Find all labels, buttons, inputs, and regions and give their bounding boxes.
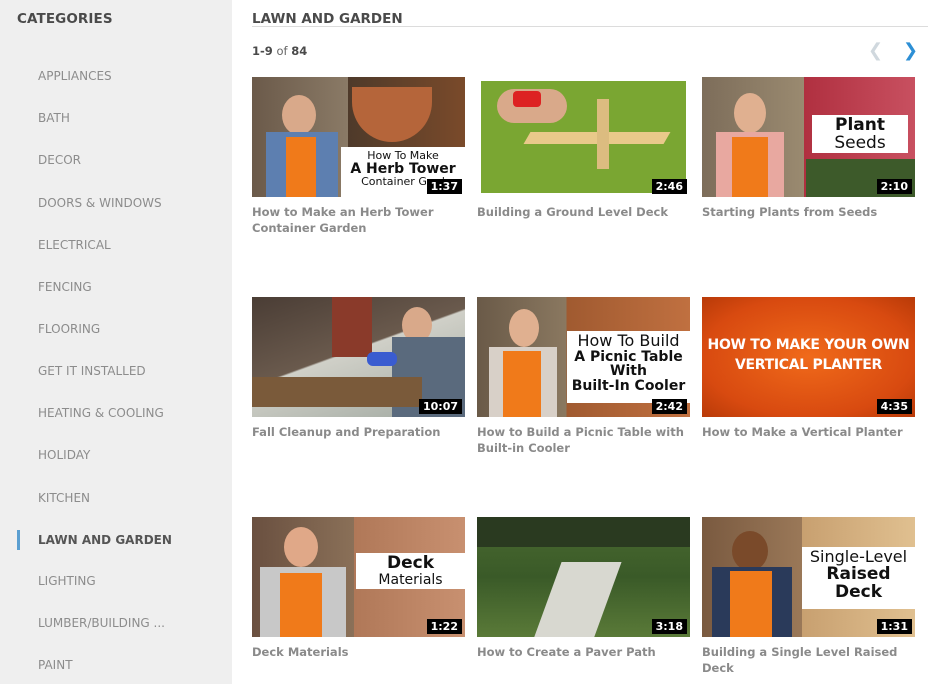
- category-decor[interactable]: DECOR: [38, 153, 81, 167]
- category-get-it-installed[interactable]: GET IT INSTALLED: [38, 364, 146, 378]
- video-card[interactable]: Plant Seeds 2:10 Starting Plants from Se…: [702, 77, 915, 220]
- overlay-line: Deck: [386, 553, 435, 573]
- active-category-indicator: [17, 530, 20, 550]
- video-title[interactable]: How to Make an Herb Tower Container Gard…: [252, 204, 465, 236]
- video-duration: 1:31: [876, 619, 912, 634]
- category-appliances[interactable]: APPLIANCES: [38, 69, 112, 83]
- video-thumbnail[interactable]: Single-Level Raised Deck 1:31: [702, 517, 915, 637]
- video-duration: 2:46: [651, 179, 687, 194]
- result-count: 1-9 of 84: [252, 44, 307, 58]
- video-card[interactable]: Deck Materials 1:22 Deck Materials: [252, 517, 465, 660]
- overlay-line: A Picnic Table: [574, 348, 683, 365]
- video-duration: 10:07: [418, 399, 462, 414]
- video-thumbnail[interactable]: Deck Materials 1:22: [252, 517, 465, 637]
- sidebar-title: CATEGORIES: [17, 11, 113, 27]
- overlay-line: With: [610, 363, 647, 380]
- chevron-left-icon[interactable]: ❮: [868, 42, 883, 60]
- video-card[interactable]: HOW TO MAKE YOUR OWN VERTICAL PLANTER 4:…: [702, 297, 915, 440]
- video-card[interactable]: 10:07 Fall Cleanup and Preparation: [252, 297, 465, 440]
- video-title[interactable]: How to Make a Vertical Planter: [702, 424, 915, 440]
- video-title[interactable]: Deck Materials: [252, 644, 465, 660]
- category-flooring[interactable]: FLOORING: [38, 322, 100, 336]
- video-title[interactable]: Building a Single Level Raised Deck: [702, 644, 915, 676]
- video-card[interactable]: How To Build A Picnic Table With Built-I…: [477, 297, 690, 456]
- title-divider: [252, 26, 928, 27]
- category-paint[interactable]: PAINT: [38, 658, 73, 672]
- video-card[interactable]: 2:46 Building a Ground Level Deck: [477, 77, 690, 220]
- category-fencing[interactable]: FENCING: [38, 280, 92, 294]
- category-holiday[interactable]: HOLIDAY: [38, 448, 90, 462]
- categories-sidebar: CATEGORIES APPLIANCES BATH DECOR DOORS &…: [0, 0, 232, 684]
- video-duration: 2:42: [651, 399, 687, 414]
- overlay-line: Raised: [826, 563, 891, 584]
- overlay-line: Materials: [378, 571, 443, 588]
- video-card[interactable]: How To Make A Herb Tower Container Gard …: [252, 77, 465, 236]
- overlay-line: A Herb Tower: [350, 160, 456, 177]
- video-title[interactable]: Fall Cleanup and Preparation: [252, 424, 465, 440]
- category-bath[interactable]: BATH: [38, 111, 70, 125]
- video-duration: 2:10: [876, 179, 912, 194]
- video-thumbnail[interactable]: HOW TO MAKE YOUR OWN VERTICAL PLANTER 4:…: [702, 297, 915, 417]
- video-card[interactable]: 3:18 How to Create a Paver Path: [477, 517, 690, 660]
- overlay-line: How To Make: [367, 149, 439, 162]
- category-doors-windows[interactable]: DOORS & WINDOWS: [38, 196, 162, 210]
- video-title[interactable]: How to Build a Picnic Table with Built-i…: [477, 424, 690, 456]
- overlay-line: Deck: [834, 581, 883, 602]
- video-thumbnail[interactable]: How To Make A Herb Tower Container Gard …: [252, 77, 465, 197]
- video-thumbnail[interactable]: How To Build A Picnic Table With Built-I…: [477, 297, 690, 417]
- category-lawn-and-garden[interactable]: LAWN AND GARDEN: [38, 533, 172, 547]
- category-lumber-building[interactable]: LUMBER/BUILDING ...: [38, 616, 165, 630]
- overlay-line: Built-In Cooler: [571, 378, 686, 395]
- video-thumbnail[interactable]: 10:07: [252, 297, 465, 417]
- video-title[interactable]: How to Create a Paver Path: [477, 644, 690, 660]
- overlay-line: How To Build: [577, 331, 680, 350]
- result-of-label: of: [276, 44, 288, 58]
- video-thumbnail[interactable]: 2:46: [477, 77, 690, 197]
- category-lighting[interactable]: LIGHTING: [38, 574, 96, 588]
- page-title: LAWN AND GARDEN: [252, 11, 403, 27]
- category-electrical[interactable]: ELECTRICAL: [38, 238, 111, 252]
- video-card[interactable]: Single-Level Raised Deck 1:31 Building a…: [702, 517, 915, 676]
- overlay-line: VERTICAL PLANTER: [734, 357, 883, 373]
- video-gallery: LAWN AND GARDEN 1-9 of 84 ❮ ❯ How To Mak…: [252, 0, 928, 684]
- result-range: 1-9: [252, 44, 273, 58]
- video-duration: 1:37: [426, 179, 462, 194]
- video-duration: 1:22: [426, 619, 462, 634]
- video-title[interactable]: Building a Ground Level Deck: [477, 204, 690, 220]
- video-duration: 3:18: [651, 619, 687, 634]
- overlay-line: Seeds: [834, 132, 886, 153]
- video-duration: 4:35: [876, 399, 912, 414]
- category-kitchen[interactable]: KITCHEN: [38, 491, 90, 505]
- video-title[interactable]: Starting Plants from Seeds: [702, 204, 915, 220]
- result-total: 84: [291, 44, 308, 58]
- chevron-right-icon[interactable]: ❯: [903, 42, 918, 60]
- video-thumbnail[interactable]: Plant Seeds 2:10: [702, 77, 915, 197]
- category-heating-cooling[interactable]: HEATING & COOLING: [38, 406, 164, 420]
- overlay-line: HOW TO MAKE YOUR OWN: [707, 337, 910, 353]
- video-thumbnail[interactable]: 3:18: [477, 517, 690, 637]
